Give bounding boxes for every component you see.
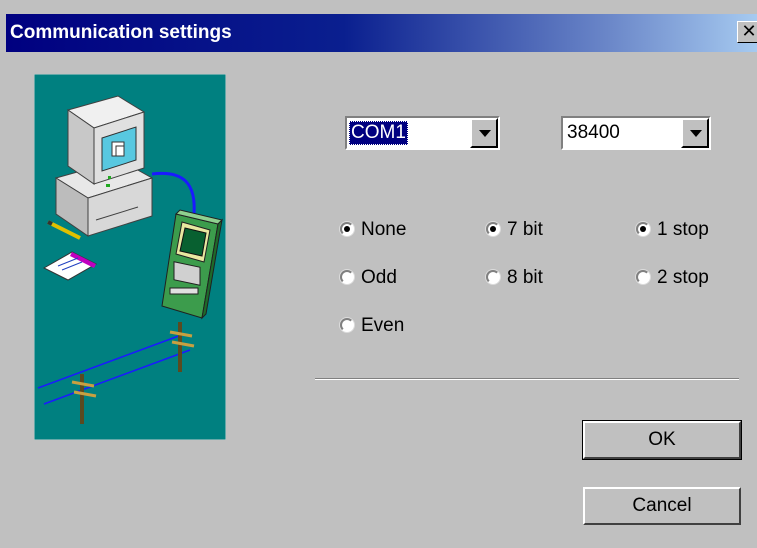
radio-label: 7 bit	[507, 219, 543, 240]
chevron-down-icon	[690, 130, 702, 137]
radio-label: 2 stop	[657, 267, 709, 288]
title-bar[interactable]: Communication settings ✕	[6, 14, 757, 52]
window-title: Communication settings	[10, 22, 232, 43]
ok-button[interactable]: OK	[582, 420, 742, 460]
port-select[interactable]: COM1	[345, 116, 500, 150]
radio-label: Even	[361, 315, 405, 336]
communication-settings-dialog: Communication settings ✕ COM1 38400 None…	[0, 0, 757, 548]
baud-rate-value: 38400	[567, 122, 620, 143]
radio-label: 1 stop	[657, 219, 709, 240]
chevron-down-icon	[479, 130, 491, 137]
radio-button[interactable]	[636, 222, 650, 236]
close-button[interactable]: ✕	[737, 21, 757, 43]
radio-button[interactable]	[486, 270, 500, 284]
radio-label: 8 bit	[507, 267, 543, 288]
radio-button[interactable]	[340, 270, 354, 284]
radio-label: None	[361, 219, 407, 240]
radio-button[interactable]	[486, 222, 500, 236]
separator	[315, 378, 739, 380]
computer-icon	[54, 95, 154, 237]
baud-dropdown-button[interactable]	[681, 118, 709, 148]
baud-rate-select[interactable]: 38400	[561, 116, 711, 150]
radio-label: Odd	[361, 267, 397, 288]
radio-button[interactable]	[340, 318, 354, 332]
radio-button[interactable]	[340, 222, 354, 236]
port-select-value: COM1	[349, 121, 408, 145]
radio-button[interactable]	[636, 270, 650, 284]
close-icon: ✕	[741, 21, 757, 42]
port-dropdown-button[interactable]	[470, 118, 498, 148]
connection-illustration	[34, 74, 226, 440]
cancel-button[interactable]: Cancel	[583, 487, 741, 525]
